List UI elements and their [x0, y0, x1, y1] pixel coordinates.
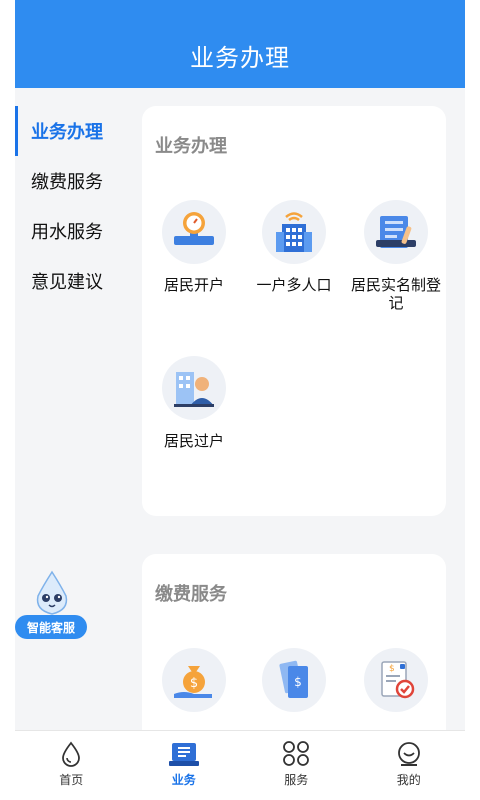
- sidebar-item-label: 缴费服务: [31, 172, 103, 193]
- smart-assistant-button[interactable]: 智能客服: [15, 570, 89, 640]
- tab-home[interactable]: 首页: [15, 731, 128, 800]
- section-title: 业务办理: [155, 136, 227, 157]
- sidebar-item-label: 意见建议: [31, 272, 103, 293]
- section-title: 缴费服务: [155, 584, 227, 605]
- building-icon: [262, 200, 326, 264]
- assistant-label: 智能客服: [15, 615, 87, 639]
- sidebar-item-water[interactable]: 用水服务: [15, 206, 127, 256]
- payment-section-card: 缴费服务 $ $ $: [142, 554, 446, 754]
- sidebar-item-label: 业务办理: [31, 122, 103, 143]
- header-bar: 业务办理: [15, 0, 465, 88]
- sidebar-item-label: 用水服务: [31, 222, 103, 243]
- money-bag-icon: $: [162, 648, 226, 712]
- category-sidebar: 业务办理 缴费服务 用水服务 意见建议: [15, 106, 127, 306]
- svg-text:$: $: [389, 664, 395, 674]
- tab-label: 业务: [171, 773, 196, 787]
- profile-icon: [397, 742, 420, 766]
- sidebar-item-feedback[interactable]: 意见建议: [15, 256, 127, 306]
- mascot-icon: [36, 570, 68, 615]
- water-meter-icon: [162, 200, 226, 264]
- tab-business[interactable]: 业务: [128, 731, 241, 800]
- svg-text:$: $: [294, 675, 302, 689]
- sidebar-item-business[interactable]: 业务办理: [15, 106, 127, 156]
- water-drop-icon: [62, 741, 81, 767]
- person-transfer-icon: [162, 356, 226, 420]
- bottom-tab-bar: 首页 业务 服务 我的: [15, 730, 465, 800]
- tab-label: 服务: [284, 773, 309, 787]
- business-icon: [168, 743, 199, 766]
- bill-receipt-icon: $: [262, 648, 326, 712]
- service-tile-open-account[interactable]: 居民开户: [142, 200, 246, 294]
- service-tile-transfer[interactable]: 居民过户: [142, 356, 246, 450]
- svg-text:$: $: [190, 676, 198, 691]
- service-tile-bill[interactable]: $: [242, 648, 346, 712]
- tile-label: 居民实名制登记: [350, 276, 441, 312]
- service-tile-real-name[interactable]: 居民实名制登记: [344, 200, 448, 312]
- id-registration-icon: [364, 200, 428, 264]
- tile-label: 居民过户: [163, 432, 224, 450]
- app-frame: 业务办理 业务办理 缴费服务 用水服务 意见建议 业务办理 居民开户 一户多人口…: [15, 0, 465, 800]
- page-title: 业务办理: [190, 43, 290, 72]
- service-tile-payment-record[interactable]: $: [344, 648, 448, 712]
- tab-label: 我的: [396, 773, 421, 787]
- tab-services[interactable]: 服务: [240, 731, 353, 800]
- tile-label: 居民开户: [163, 276, 224, 294]
- sidebar-item-payment[interactable]: 缴费服务: [15, 156, 127, 206]
- tab-mine[interactable]: 我的: [353, 731, 466, 800]
- tile-label: 一户多人口: [256, 276, 332, 294]
- business-section-card: 业务办理 居民开户 一户多人口 居民实名制登记 居民过户: [142, 106, 446, 516]
- payment-record-icon: $: [364, 648, 428, 712]
- tab-label: 首页: [59, 773, 84, 787]
- service-tile-money-bag[interactable]: $: [142, 648, 246, 712]
- service-tile-multi-person[interactable]: 一户多人口: [242, 200, 346, 294]
- services-grid-icon: [283, 741, 310, 766]
